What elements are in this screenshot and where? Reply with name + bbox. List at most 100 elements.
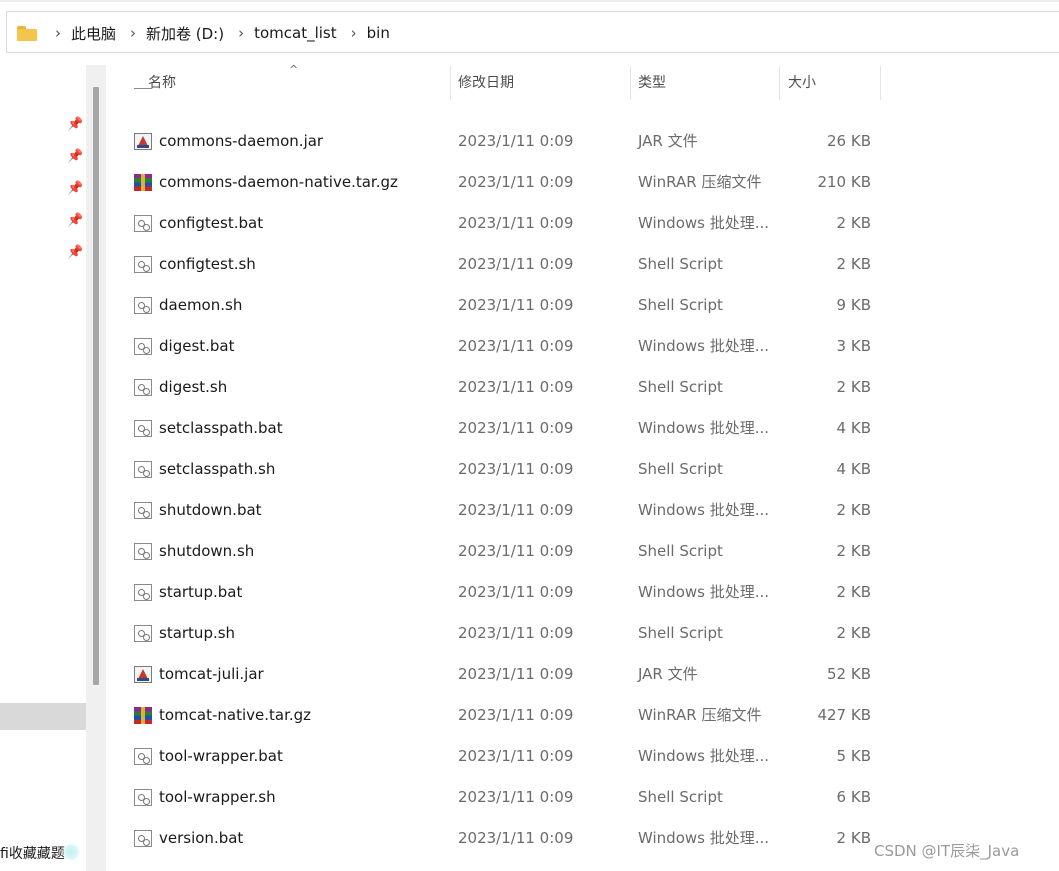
file-type: Shell Script [638,88,723,101]
chevron-right-icon[interactable]: › [238,24,244,42]
file-size: 2 KB [837,88,871,101]
chevron-right-icon[interactable]: › [351,24,357,42]
file-size: 2 KB [836,255,871,273]
file-type: Shell Script [638,460,723,478]
breadcrumb-tomcat-list[interactable]: tomcat_list [254,24,337,42]
window-top-edge [0,0,1059,2]
pin-icon[interactable]: 📌 [67,246,83,260]
file-row[interactable]: commons-daemon-native.tar.gz 2023/1/11 0:… [127,162,882,203]
file-row[interactable]: tomcat-juli.jar 2023/1/11 0:09 JAR 文件 52 KB [127,654,882,695]
file-name: tool-wrapper.sh [159,788,276,806]
file-type: Shell Script [638,296,723,314]
file-row[interactable]: configtest.sh 2023/1/11 0:09 Shell Script 2… [127,244,882,285]
file-name: configtest.sh [159,255,256,273]
file-type: Shell Script [638,542,723,560]
file-row[interactable]: tool-wrapper.sh 2023/1/11 0:09 Shell Scrip… [127,777,882,818]
script-file-icon [134,338,152,355]
file-modified-date: 2023/1/11 0:09 [458,132,574,150]
file-type: Windows 批处理... [638,337,770,355]
glow-icon [62,844,80,860]
file-row[interactable]: shutdown.bat 2023/1/11 0:09 Windows 批处理...… [127,490,882,531]
chevron-right-icon[interactable]: › [55,24,61,42]
file-type: JAR 文件 [638,132,698,150]
file-size: 2 KB [836,214,871,232]
file-type: JAR 文件 [638,665,698,683]
file-modified-date: 2023/1/11 0:09 [458,419,574,437]
script-file-icon [134,789,152,806]
file-type: WinRAR 压缩文件 [638,173,762,191]
file-size: 2 KB [836,829,871,847]
file-modified-date: 2023/1/11 0:09 [458,706,574,724]
file-size: 2 KB [836,501,871,519]
file-type: Shell Script [638,624,723,642]
breadcrumb-this-pc[interactable]: 此电脑 [71,23,116,44]
file-row[interactable]: digest.bat 2023/1/11 0:09 Windows 批处理... 3 … [127,326,882,367]
file-modified-date: 2023/1/11 0:09 [458,583,574,601]
file-size: 26 KB [827,132,871,150]
file-row[interactable]: configtest.bat 2023/1/11 0:09 Windows 批处理.… [127,203,882,244]
file-row[interactable]: startup.sh 2023/1/11 0:09 Shell Script 2 KB [127,613,882,654]
chevron-right-icon[interactable]: › [130,24,136,42]
breadcrumb-bin[interactable]: bin [367,24,390,42]
file-row[interactable]: shutdown.sh 2023/1/11 0:09 Shell Script 2 K… [127,531,882,572]
script-file-icon [134,215,152,232]
script-file-icon [134,379,152,396]
file-modified-date: 2023/1/11 0:09 [458,460,574,478]
file-size: 52 KB [827,665,871,683]
file-type: Windows 批处理... [638,214,770,232]
file-modified-date: 2023/1/11 0:09 [458,624,574,642]
jar-file-icon [134,666,152,683]
watermark: CSDN @IT辰柒_Java [874,842,1020,860]
sort-ascending-icon: ^ [289,63,299,76]
file-type: Windows 批处理... [638,747,770,765]
file-type: Shell Script [638,378,723,396]
pin-icon[interactable]: 📌 [67,182,83,196]
script-file-icon [134,830,152,847]
pin-icon[interactable]: 📌 [67,118,83,132]
file-row[interactable]: tool-wrapper.bat 2023/1/11 0:09 Windows 批处… [127,736,882,777]
file-type: Shell Script [638,255,723,273]
scrollbar-thumb[interactable] [93,87,99,685]
file-row[interactable]: commons-daemon.jar 2023/1/11 0:09 JAR 文件 26… [127,121,882,162]
nav-selected-item[interactable] [0,703,86,730]
file-name: digest.sh [159,378,228,396]
file-row[interactable]: setclasspath.sh 2023/1/11 0:09 Shell Scrip… [127,449,882,490]
nav-item-label[interactable]: fi收藏藏题 [0,843,65,863]
pin-icon[interactable]: 📌 [67,214,83,228]
file-name: startup.bat [159,583,243,601]
folder-icon [17,25,37,41]
file-row[interactable]: digest.sh 2023/1/11 0:09 Shell Script 2 KB [127,367,882,408]
address-bar[interactable]: › 此电脑 › 新加卷 (D:) › tomcat_list › bin [6,11,1059,53]
file-size: 210 KB [817,173,871,191]
file-size: 3 KB [836,337,871,355]
file-name: daemon.sh [159,296,243,314]
file-row[interactable]: startup.bat 2023/1/11 0:09 Windows 批处理... 2… [127,572,882,613]
breadcrumb-drive-d[interactable]: 新加卷 (D:) [146,23,224,44]
file-type: Windows 批处理... [638,419,770,437]
file-size: 4 KB [836,460,871,478]
file-name: tomcat-juli.jar [159,665,264,683]
file-row[interactable]: version.bat 2023/1/11 0:09 Windows 批处理... 2… [127,818,882,859]
file-row[interactable]: setclasspath.bat 2023/1/11 0:09 Windows 批处… [127,408,882,449]
nav-scrollbar[interactable] [86,65,106,871]
pin-icon[interactable]: 📌 [67,150,83,164]
file-modified-date: 2023/1/11 0:09 [458,829,574,847]
file-name: shutdown.sh [159,542,255,560]
file-type: Windows 批处理... [638,829,770,847]
file-size: 4 KB [836,419,871,437]
file-size: 2 KB [836,542,871,560]
file-row[interactable]: ciphers.sh 2023/1/11 0:09 Shell Script 2 KB [127,88,882,110]
file-modified-date: 2023/1/11 0:09 [458,337,574,355]
script-file-icon [134,461,152,478]
script-file-icon [134,625,152,642]
file-row[interactable]: tomcat-native.tar.gz 2023/1/11 0:09 WinRAR… [127,695,882,736]
file-modified-date: 2023/1/11 0:09 [458,788,574,806]
file-name: startup.sh [159,624,236,642]
file-modified-date: 2023/1/11 0:09 [458,88,573,101]
winrar-archive-icon [134,707,152,724]
script-file-icon [134,502,152,519]
file-modified-date: 2023/1/11 0:09 [458,665,574,683]
file-name: shutdown.bat [159,501,262,519]
file-modified-date: 2023/1/11 0:09 [458,173,574,191]
file-row[interactable]: daemon.sh 2023/1/11 0:09 Shell Script 9 KB [127,285,882,326]
